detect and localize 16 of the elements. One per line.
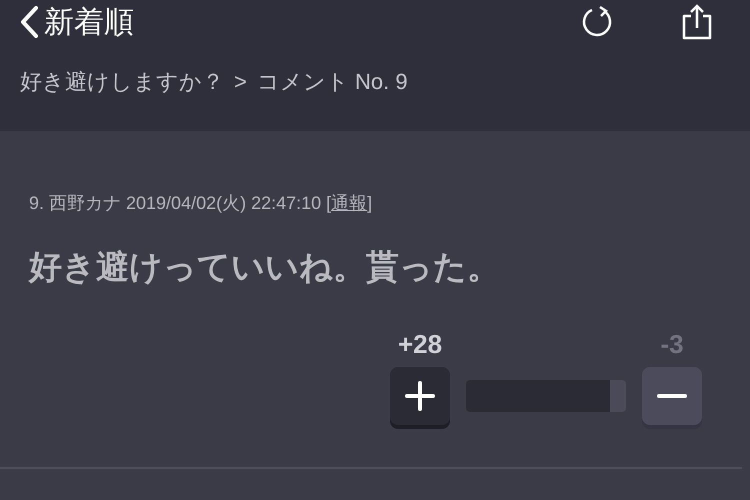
plus-count: +28 <box>398 329 442 359</box>
nav-title: 新着順 <box>44 4 134 40</box>
breadcrumb-separator: > <box>234 68 247 96</box>
back-icon[interactable] <box>18 5 40 39</box>
comment-meta: 9. 西野カナ 2019/04/02(火) 22:47:10 [通報] <box>29 192 374 215</box>
breadcrumb-link[interactable]: 好き避けしますか？ <box>20 65 224 98</box>
minus-icon <box>657 393 687 399</box>
share-icon[interactable] <box>680 4 714 40</box>
plus-icon <box>405 381 435 411</box>
comment-body: 好き避けっていいね。貰った。 <box>29 247 501 287</box>
report-link[interactable]: 通報 <box>331 193 368 213</box>
plus-button[interactable] <box>390 367 450 425</box>
minus-button[interactable] <box>642 367 702 425</box>
refresh-icon[interactable] <box>580 5 614 39</box>
minus-count: -3 <box>660 329 684 359</box>
breadcrumb-current: コメント No. 9 <box>256 68 408 96</box>
